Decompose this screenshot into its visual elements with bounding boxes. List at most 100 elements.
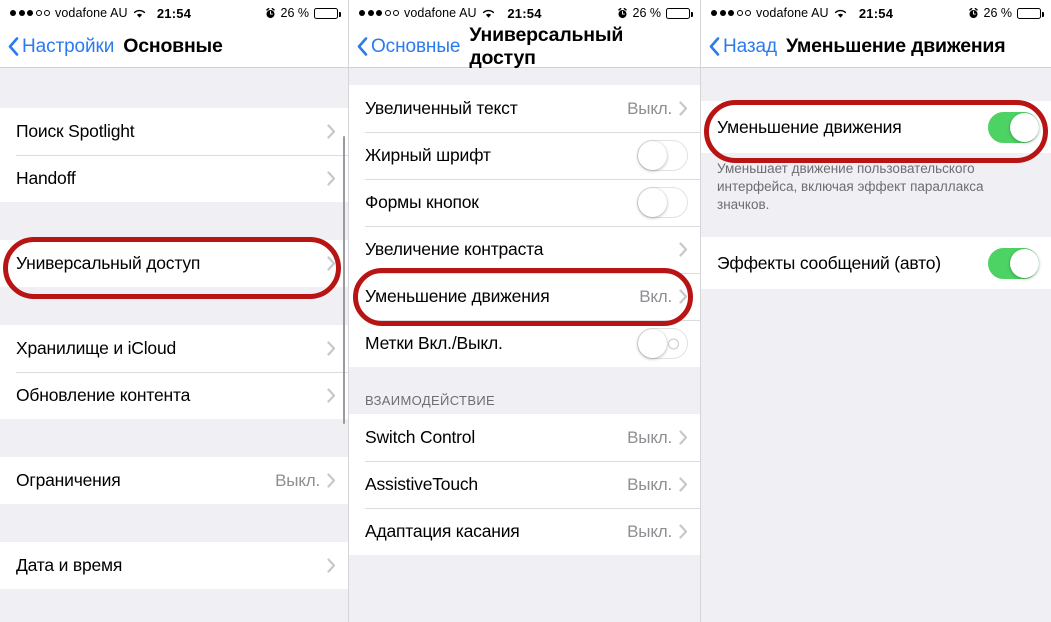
settings-row-assistivetouch[interactable]: AssistiveTouch Выкл. [349,461,700,508]
row-label: AssistiveTouch [365,474,478,494]
alarm-clock-icon [265,7,275,18]
row-label: Эффекты сообщений (авто) [717,252,941,273]
battery-icon [1017,7,1044,19]
back-button-label: Настройки [22,35,115,57]
row-label: Увеличенный текст [365,98,518,118]
page-title: Уменьшение движения [785,35,1006,57]
chevron-right-icon [327,558,336,573]
chevron-right-icon [679,101,688,116]
settings-row-spotlight[interactable]: Поиск Spotlight [0,108,348,155]
settings-row-storage-icloud[interactable]: Хранилище и iCloud [0,325,348,372]
chevron-right-icon [327,341,336,356]
signal-strength-icon [711,10,751,16]
reduce-motion-description: Уменьшает движение пользовательского инт… [701,153,1051,226]
settings-row-restrictions[interactable]: Ограничения Выкл. [0,457,348,504]
battery-icon [314,7,341,19]
settings-list: Поиск Spotlight Handoff Универсальный до… [0,68,348,622]
wifi-icon [482,8,495,19]
settings-row-background-refresh[interactable]: Обновление контента [0,372,348,419]
settings-row-bold-text[interactable]: Жирный шрифт [349,132,700,179]
wifi-icon [834,8,847,19]
settings-group-1: Поиск Spotlight Handoff [0,108,348,202]
row-label: Метки Вкл./Выкл. [365,333,503,353]
back-button-label: Назад [723,35,777,57]
row-label: Поиск Spotlight [16,121,135,141]
back-button[interactable]: Назад [709,36,777,58]
message-effects-toggle[interactable] [988,247,1039,279]
page-title: Основные [123,35,223,57]
chevron-right-icon [327,256,336,271]
chevron-left-icon [357,37,368,56]
settings-row-message-effects[interactable]: Эффекты сообщений (авто) [701,237,1051,290]
wifi-icon [133,8,146,19]
scroll-indicator[interactable] [342,136,345,424]
settings-group-5: Дата и время [0,542,348,589]
signal-strength-icon [10,10,50,16]
settings-row-handoff[interactable]: Handoff [0,155,348,202]
settings-row-accessibility[interactable]: Универсальный доступ [0,240,348,287]
status-bar-left: vodafone AU [359,6,495,20]
row-label: Уменьшение движения [717,116,902,137]
row-label: Увеличение контраста [365,239,544,259]
status-bar: vodafone AU 21:54 26 % [0,0,348,26]
row-label: Switch Control [365,427,476,447]
chevron-right-icon [327,171,336,186]
navigation-bar: Основные Универсальный доступ [349,23,700,69]
settings-row-onoff-labels[interactable]: Метки Вкл./Выкл. [349,320,700,367]
settings-row-reduce-motion[interactable]: Уменьшение движения Вкл. [349,273,700,320]
status-bar: vodafone AU 21:54 26 % [349,0,700,26]
row-label: Жирный шрифт [365,145,491,165]
carrier-name: vodafone AU [404,6,477,20]
section-header-interaction: ВЗАИМОДЕЙСТВИЕ [349,367,700,414]
row-label: Handoff [16,168,76,188]
settings-row-reduce-motion-toggle[interactable]: Уменьшение движения [701,101,1051,153]
row-label: Дата и время [16,555,123,575]
settings-group-2: Универсальный доступ [0,240,348,287]
settings-list: Уменьшение движения Уменьшает движение п… [701,68,1051,622]
settings-row-switch-control[interactable]: Switch Control Выкл. [349,414,700,461]
page-title: Универсальный доступ [469,23,624,69]
vision-group: Увеличенный текст Выкл. Жирный шрифт Фор… [349,85,700,367]
settings-row-button-shapes[interactable]: Формы кнопок [349,179,700,226]
settings-row-larger-text[interactable]: Увеличенный текст Выкл. [349,85,700,132]
alarm-clock-icon [968,7,978,18]
row-label: Уменьшение движения [365,286,550,306]
three-screenshot-comparison: vodafone AU 21:54 26 % Настройки Основны… [0,0,1051,622]
status-bar-left: vodafone AU [10,6,146,20]
chevron-right-icon [679,289,688,304]
status-bar-right: 26 % [617,6,693,20]
carrier-name: vodafone AU [756,6,829,20]
row-label: Формы кнопок [365,192,479,212]
chevron-right-icon [679,430,688,445]
panel-accessibility: vodafone AU 21:54 26 % Основные Универса… [348,0,700,622]
settings-group-4: Ограничения Выкл. [0,457,348,504]
chevron-right-icon [327,388,336,403]
status-bar-left: vodafone AU [711,6,847,20]
back-button[interactable]: Основные [357,36,460,58]
chevron-left-icon [709,37,720,56]
settings-row-touch-accommodations[interactable]: Адаптация касания Выкл. [349,508,700,555]
row-value: Выкл. [627,521,672,541]
back-button-label: Основные [371,35,461,57]
reduce-motion-toggle[interactable] [988,111,1039,143]
bold-text-toggle[interactable] [637,140,688,171]
reduce-motion-group: Уменьшение движения [701,101,1051,153]
status-bar-right: 26 % [265,6,341,20]
battery-icon [666,7,693,19]
off-label-circle-icon [668,338,679,349]
battery-percent-label: 26 % [632,6,662,20]
message-effects-group: Эффекты сообщений (авто) [701,237,1051,290]
row-value: Выкл. [627,474,672,494]
battery-percent-label: 26 % [280,6,310,20]
partial-group-top [0,77,348,108]
settings-row-date-time[interactable]: Дата и время [0,542,348,589]
button-shapes-toggle[interactable] [637,187,688,218]
panel-reduce-motion: vodafone AU 21:54 26 % Назад Уменьшение … [700,0,1051,622]
settings-row-increase-contrast[interactable]: Увеличение контраста [349,226,700,273]
back-button[interactable]: Настройки [8,36,114,58]
settings-group-3: Хранилище и iCloud Обновление контента [0,325,348,419]
chevron-right-icon [679,477,688,492]
onoff-labels-toggle[interactable] [637,328,688,359]
carrier-name: vodafone AU [55,6,128,20]
row-label: Хранилище и iCloud [16,338,177,358]
